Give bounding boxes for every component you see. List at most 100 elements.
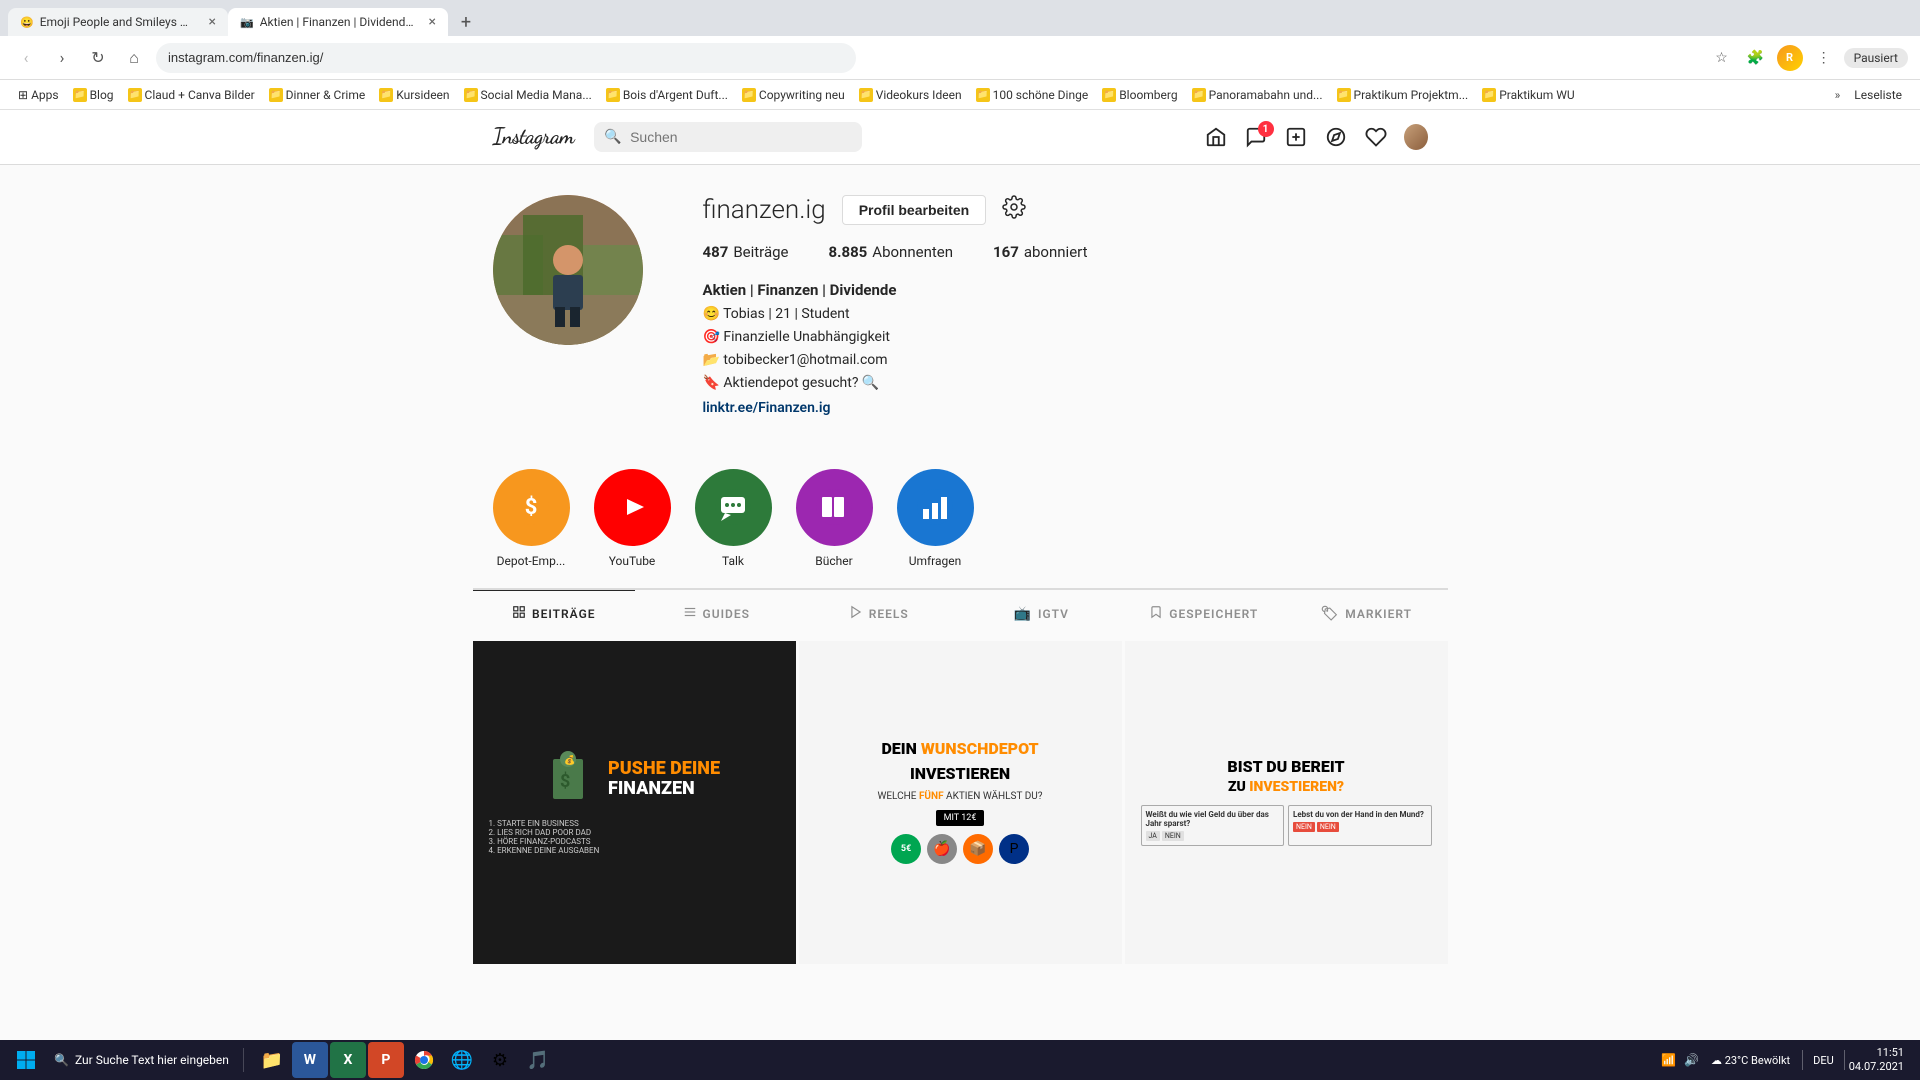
taskbar-music[interactable]: 🎵 (520, 1042, 556, 1078)
tray-weather: ☁ 23°C Bewölkt (1711, 1054, 1790, 1067)
tab-markiert-label: MARKIERT (1345, 607, 1412, 621)
bookmark-bloomberg[interactable]: 📁 Bloomberg (1096, 86, 1183, 104)
tray-date-label: 04.07.2021 (1849, 1060, 1904, 1074)
back-button[interactable]: ‹ (12, 44, 40, 72)
bookmark-praktikum1[interactable]: 📁 Praktikum Projektm... (1331, 86, 1475, 104)
bookmark-videokurs[interactable]: 📁 Videokurs Ideen (853, 86, 968, 104)
taskbar-file-explorer[interactable]: 📁 (254, 1042, 290, 1078)
taskbar-chrome[interactable] (406, 1042, 442, 1078)
tab-title-instagram: Aktien | Finanzen | Dividende (G... (260, 15, 417, 29)
forward-button[interactable]: › (48, 44, 76, 72)
post-3[interactable]: BIST DU BEREIT ZU INVESTIEREN? Weißt du … (1125, 641, 1448, 964)
highlight-depot-circle: $ (493, 469, 570, 546)
bookmark-dinner-label: Dinner & Crime (286, 88, 366, 102)
profile-icon[interactable]: R (1776, 44, 1804, 72)
highlight-umfragen-circle (897, 469, 974, 546)
bookmark-dinner[interactable]: 📁 Dinner & Crime (263, 86, 372, 104)
more-bookmarks-button[interactable]: » (1829, 86, 1847, 104)
folder-icon: 📁 (73, 88, 87, 102)
bookmark-socialmedia[interactable]: 📁 Social Media Mana... (458, 86, 598, 104)
taskbar-search-icon: 🔍 (54, 1053, 69, 1067)
highlight-depot[interactable]: $ Depot-Emp... (493, 469, 570, 568)
taskbar-edge[interactable]: 🌐 (444, 1042, 480, 1078)
start-button[interactable] (8, 1042, 44, 1078)
bookmark-apps[interactable]: ⊞ Apps (12, 86, 65, 104)
leseliste-button[interactable]: Leseliste (1848, 86, 1908, 104)
avatar-image (493, 195, 643, 345)
profile-header: finanzen.ig Profil bearbeiten 487 B (493, 195, 1428, 419)
bookmark-star-icon[interactable]: ☆ (1708, 44, 1736, 72)
tab-close-instagram[interactable]: × (429, 14, 436, 30)
bookmark-100dinge[interactable]: 📁 100 schöne Dinge (970, 86, 1095, 104)
highlight-umfragen[interactable]: Umfragen (897, 469, 974, 568)
profile-info: finanzen.ig Profil bearbeiten 487 B (703, 195, 1428, 419)
bio-title: Aktien | Finanzen | Dividende (703, 279, 1428, 302)
highlight-talk[interactable]: Talk (695, 469, 772, 568)
bookmark-copywriting[interactable]: 📁 Copywriting neu (736, 86, 851, 104)
tab-igtv[interactable]: 📺 IGTV (960, 590, 1123, 637)
bookmark-kursideen[interactable]: 📁 Kursideen (373, 86, 455, 104)
extension-icon[interactable]: 🧩 (1742, 44, 1770, 72)
search-container: 🔍 (594, 122, 862, 152)
bookmark-blog[interactable]: 📁 Blog (67, 86, 120, 104)
bio-link[interactable]: linktr.ee/Finanzen.ig (703, 398, 1428, 419)
tab-markiert[interactable]: 🏷 MARKIERT (1285, 590, 1448, 637)
tab-guides[interactable]: GUIDES (635, 590, 798, 637)
taskbar-word[interactable]: W (292, 1042, 328, 1078)
following-stat[interactable]: 167 abonniert (993, 243, 1088, 261)
reload-button[interactable]: ↻ (84, 44, 112, 72)
followers-stat[interactable]: 8.885 Abonnenten (829, 243, 954, 261)
bio-line2: 🎯 Finanzielle Unabhängigkeit (703, 327, 1428, 348)
tab-beitraege[interactable]: BEITRÄGE (473, 590, 636, 637)
highlight-youtube[interactable]: YouTube (594, 469, 671, 568)
profile-tabs: BEITRÄGE GUIDES REELS 📺 IGTV (473, 589, 1448, 637)
tab-gespeichert[interactable]: GESPEICHERT (1123, 590, 1286, 637)
highlight-youtube-label: YouTube (609, 554, 656, 568)
tab-emoji[interactable]: 😀 Emoji People and Smileys M... × (8, 8, 228, 36)
taskbar-settings[interactable]: ⚙ (482, 1042, 518, 1078)
bookmark-praktikumwu[interactable]: 📁 Praktikum WU (1476, 86, 1580, 104)
instagram-logo[interactable]: Instagram (493, 124, 575, 150)
profile-nav-icon[interactable] (1404, 125, 1428, 149)
folder-icon: 📁 (1482, 88, 1496, 102)
bookmark-canva[interactable]: 📁 Claud + Canva Bilder (122, 86, 261, 104)
svg-text:$: $ (560, 771, 570, 792)
chrome-settings-icon[interactable]: ⋮ (1810, 44, 1838, 72)
tray-divider (1802, 1050, 1803, 1070)
tray-datetime[interactable]: 11:51 04.07.2021 (1849, 1046, 1904, 1075)
bookmark-100dinge-label: 100 schöne Dinge (993, 88, 1089, 102)
highlight-buecher[interactable]: Bücher (796, 469, 873, 568)
post-2-content: DEIN WUNSCHDEPOT INVESTIEREN WELCHE FÜNF… (799, 641, 1122, 964)
bookmark-panorama[interactable]: 📁 Panoramabahn und... (1186, 86, 1329, 104)
tab-reels[interactable]: REELS (798, 590, 961, 637)
taskbar-excel[interactable]: X (330, 1042, 366, 1078)
settings-icon[interactable] (1002, 195, 1026, 225)
heart-nav-icon[interactable] (1364, 125, 1388, 149)
pause-button[interactable]: Pausiert (1844, 48, 1908, 68)
edit-profile-button[interactable]: Profil bearbeiten (842, 195, 986, 225)
post-2[interactable]: DEIN WUNSCHDEPOT INVESTIEREN WELCHE FÜNF… (799, 641, 1122, 964)
profile-avatar-wrap (493, 195, 643, 419)
messages-nav-icon[interactable]: 1 (1244, 125, 1268, 149)
posts-stat[interactable]: 487 Beiträge (703, 243, 789, 261)
bookmark-bois[interactable]: 📁 Bois d'Argent Duft... (600, 86, 734, 104)
tab-guides-label: GUIDES (703, 607, 750, 621)
folder-icon: 📁 (1337, 88, 1351, 102)
explore-nav-icon[interactable] (1324, 125, 1348, 149)
post-1[interactable]: $ 💰 PUSHE DEINE FINANZEN 1. STARTE EIN B… (473, 641, 796, 964)
search-input[interactable] (594, 122, 862, 152)
address-input[interactable] (156, 43, 856, 73)
home-button[interactable]: ⌂ (120, 44, 148, 72)
posts-label: Beiträge (733, 243, 788, 261)
tab-close-emoji[interactable]: × (209, 14, 216, 30)
tray-language: DEU (1813, 1054, 1834, 1067)
create-nav-icon[interactable] (1284, 125, 1308, 149)
taskbar-search-label: Zur Suche Text hier eingeben (75, 1053, 229, 1067)
bio-line3: 📂 tobibecker1@hotmail.com (703, 350, 1428, 371)
profile-name-row: finanzen.ig Profil bearbeiten (703, 195, 1428, 225)
home-nav-icon[interactable] (1204, 125, 1228, 149)
taskbar-powerpoint[interactable]: P (368, 1042, 404, 1078)
taskbar-search[interactable]: 🔍 Zur Suche Text hier eingeben (46, 1049, 237, 1071)
new-tab-button[interactable]: + (452, 8, 480, 36)
tab-instagram[interactable]: 📷 Aktien | Finanzen | Dividende (G... × (228, 8, 448, 36)
